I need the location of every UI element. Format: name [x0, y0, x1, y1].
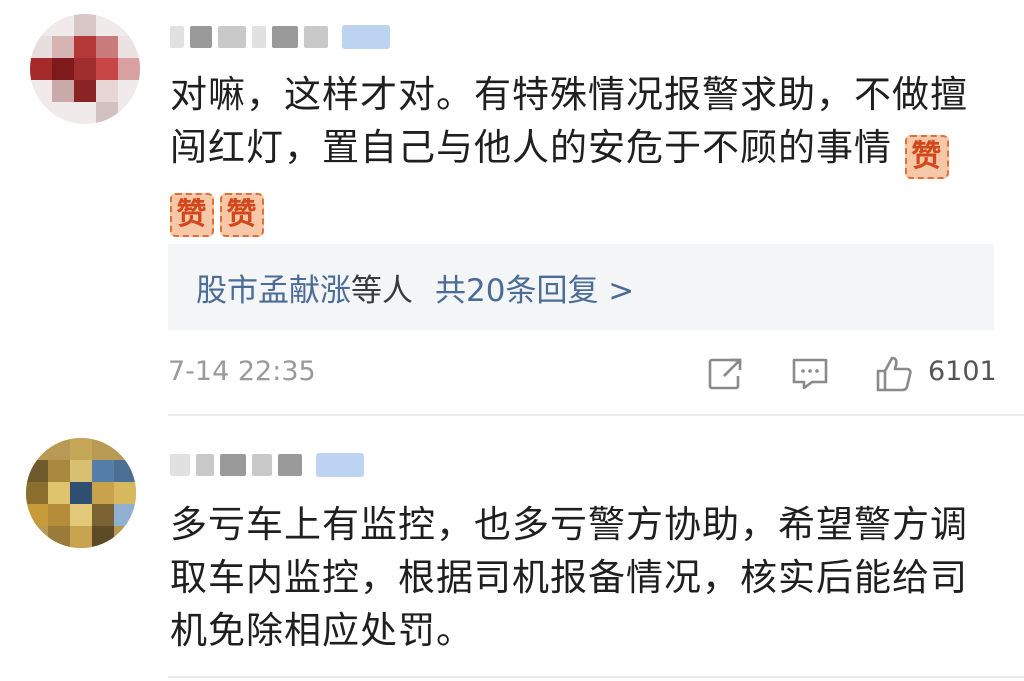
timestamp: 7-14 22:35	[168, 356, 316, 387]
member-badge	[316, 453, 364, 477]
username-blurred[interactable]	[170, 22, 390, 52]
comment-item: 多亏车上有监控，也多亏警方协助，希望警方调 取车内监控，根据司机报备情况，核实后…	[0, 416, 1024, 681]
thumbs-emoji-icon: 赞	[904, 135, 949, 179]
reply-others-label: 等人	[351, 272, 413, 309]
reply-user-names[interactable]: 股市孟献涨	[196, 265, 351, 310]
replies-preview[interactable]: 股市孟献涨 等人 共20条回复 >	[168, 244, 994, 330]
share-icon[interactable]	[706, 354, 746, 394]
comment-item: 对嘛，这样才对。有特殊情况报警求助，不做擅 闯红灯，置自己与他人的安危于不顾的事…	[0, 0, 1024, 416]
avatar[interactable]	[30, 14, 140, 124]
comment-text: 对嘛，这样才对。有特殊情况报警求助，不做擅 闯红灯，置自己与他人的安危于不顾的事…	[170, 68, 990, 237]
thumbs-emoji-icon: 赞	[220, 193, 264, 237]
thumbs-emoji-icon: 赞	[170, 193, 214, 237]
divider	[168, 676, 1024, 678]
comment-text: 多亏车上有监控，也多亏警方协助，希望警方调 取车内监控，根据司机报备情况，核实后…	[170, 503, 968, 652]
like-count: 6101	[928, 356, 997, 387]
avatar[interactable]	[26, 438, 136, 548]
reply-count-link[interactable]: 共20条回复 >	[435, 265, 634, 310]
username-blurred[interactable]	[170, 450, 364, 480]
comment-meta: 7-14 22:35 6101	[168, 354, 997, 394]
like-icon[interactable]	[874, 354, 914, 394]
member-badge	[342, 25, 390, 49]
comment-icon[interactable]	[790, 354, 830, 394]
